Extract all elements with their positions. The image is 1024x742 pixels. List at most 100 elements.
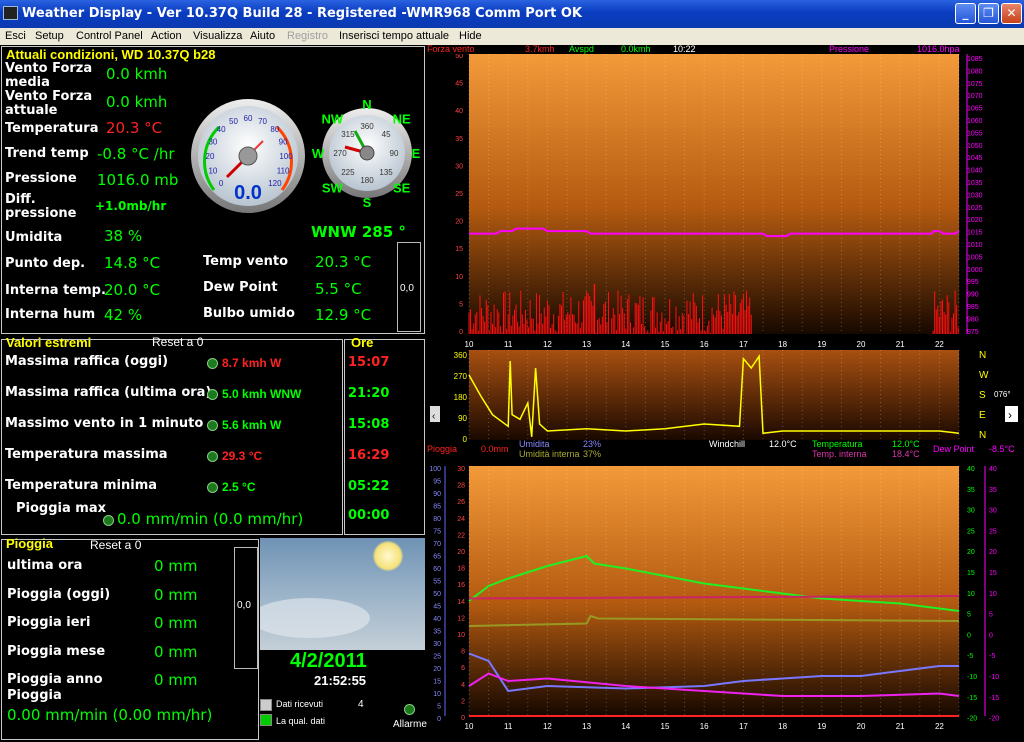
x-tick-label: 18 — [778, 340, 787, 349]
y-right2-tick-label: 5 — [989, 612, 993, 619]
y-humidity-tick-label: 65 — [433, 554, 441, 561]
dew-value: 14.8 °C — [104, 254, 161, 272]
speed-tick-label: 60 — [244, 114, 253, 123]
data-count: 4 — [358, 699, 364, 710]
y-right1-tick-label: 15 — [967, 570, 975, 577]
rain-value: 0 mm — [154, 614, 198, 632]
menu-hide[interactable]: Hide — [459, 30, 482, 42]
g3-rain-value: 0.0mm — [481, 444, 509, 454]
y-right-tick-label: 1050 — [967, 143, 983, 150]
compass-point-label: N — [362, 97, 371, 112]
bar-gauge-value: 0,0 — [400, 283, 414, 294]
y-right-tick-label: 1065 — [967, 106, 983, 113]
compass-point-label: W — [312, 146, 325, 161]
y-humidity-tick-label: 5 — [437, 704, 441, 711]
cloud-shape — [260, 598, 370, 638]
y-right1-tick-label: 30 — [967, 508, 975, 515]
y-right2-tick-label: 40 — [989, 466, 997, 473]
x-tick-label: 15 — [661, 340, 670, 349]
y-humidity-tick-label: 35 — [433, 629, 441, 636]
y-right-tick-label: 1005 — [967, 254, 983, 261]
rain-bar-value: 0,0 — [237, 600, 251, 611]
y-right1-tick-label: 25 — [967, 528, 975, 535]
g3-hum-value: 23% — [583, 439, 602, 449]
x-tick-label: 22 — [935, 340, 944, 349]
y-humidity-tick-label: 85 — [433, 504, 441, 511]
compass-point-label: NE — [393, 111, 411, 126]
y-humidity-tick-label: 45 — [433, 604, 441, 611]
y-left2-tick-label: 0 — [461, 715, 465, 722]
y-humidity-tick-label: 15 — [433, 679, 441, 686]
rain-value: 0 mm — [154, 671, 198, 689]
menu-action[interactable]: Action — [151, 30, 182, 42]
wind-avg-value: 0.0 kmh — [106, 65, 168, 83]
compass-axis-label: E — [979, 410, 986, 421]
status-led — [207, 451, 218, 462]
g3-intemp-label: Temp. interna — [812, 449, 867, 459]
x-tick-label: 18 — [778, 722, 787, 731]
y-right1-tick-label: 10 — [967, 591, 975, 598]
y-right-tick-label: 995 — [967, 279, 979, 286]
extreme-time: 15:08 — [348, 417, 390, 432]
y-right-tick-label: 1010 — [967, 242, 983, 249]
pdiff-value: +1.0mb/hr — [95, 199, 167, 213]
g1-pres-value: 1016.0hpa — [917, 44, 960, 54]
speed-tick-label: 80 — [270, 125, 279, 134]
alarm-led — [404, 704, 415, 715]
extreme-label: Temperatura massima — [5, 447, 168, 462]
menu-setup[interactable]: Setup — [35, 30, 64, 42]
y-left2-tick-label: 18 — [457, 566, 465, 573]
menu-esci[interactable]: Esci — [5, 30, 26, 42]
y-left2-tick-label: 12 — [457, 615, 465, 622]
y-humidity-tick-label: 75 — [433, 529, 441, 536]
minimize-button[interactable]: _ — [955, 3, 976, 24]
wind-speed-gauge: 010 20 304050 60 708090 100 110 120 0.0 — [191, 99, 305, 213]
y-left2-tick-label: 16 — [457, 582, 465, 589]
rain-value: 0 mm — [154, 642, 198, 661]
title-bar: Weather Display - Ver 10.37Q Build 28 - … — [0, 0, 1024, 28]
wetbulb-label: Bulbo umido — [203, 306, 295, 321]
y-left-tick-label: 90 — [458, 414, 467, 423]
inhum-label: Interna hum — [5, 307, 96, 322]
window-title: Weather Display - Ver 10.37Q Build 28 - … — [22, 6, 582, 21]
y-right-tick-label: 990 — [967, 292, 979, 299]
y-right1-tick-label: 20 — [967, 549, 975, 556]
g1-avg-value: 0.0kmh — [621, 44, 651, 54]
g3-inhum-value: 37% — [583, 449, 602, 459]
y-right2-tick-label: -10 — [989, 674, 999, 681]
y-right2-tick-label: -15 — [989, 695, 999, 702]
close-button[interactable]: ✕ — [1001, 3, 1022, 24]
speed-tick-label: 120 — [268, 179, 282, 188]
y-right-tick-label: 985 — [967, 304, 979, 311]
extreme-time: 15:07 — [348, 355, 390, 370]
y-right1-tick-label: 0 — [967, 632, 971, 639]
extremes-reset-button[interactable]: Reset a 0 — [152, 335, 203, 349]
y-right1-tick-label: -10 — [967, 674, 977, 681]
menu-visualizza[interactable]: Visualizza — [193, 30, 242, 42]
wind-direction-graph: ‹ › 360270180900NWSEN076° — [430, 350, 1018, 444]
g3-dew-value: -8.5°C — [989, 444, 1015, 454]
g1-pres-label: Pressione — [829, 44, 870, 54]
current-time: 21:52:55 — [314, 673, 367, 688]
menu-inserisci-tempo[interactable]: Inserisci tempo attuale — [339, 30, 449, 42]
extreme-value: 5.6 kmh W — [222, 418, 282, 432]
maximize-button[interactable]: ❐ — [978, 3, 999, 24]
rain-reset-button[interactable]: Reset a 0 — [90, 538, 141, 552]
menu-control-panel[interactable]: Control Panel — [76, 30, 143, 42]
rain-rate-value: 0.00 mm/min (0.00 mm/hr) — [7, 706, 213, 724]
data-quality-label: La qual. dati — [276, 716, 326, 726]
menu-bar: Esci Setup Control Panel Action Visualiz… — [0, 28, 1024, 45]
sky-image — [260, 538, 425, 650]
y-right-tick-label: 1015 — [967, 230, 983, 237]
menu-aiuto[interactable]: Aiuto — [250, 30, 275, 42]
graph3-header: Pioggia 0.0mm Umidita 23% Umidità intern… — [427, 439, 1024, 464]
inhum-value: 42 % — [104, 306, 143, 324]
x-tick-label: 16 — [700, 340, 709, 349]
pressure-label: Pressione — [5, 171, 77, 186]
compass-point-label: SW — [322, 181, 344, 196]
y-left2-tick-label: 28 — [457, 483, 465, 490]
chevron-right-icon: › — [1008, 408, 1012, 422]
pdiff-label: Diff. pressione — [5, 192, 77, 221]
extreme-label: Massimo vento in 1 minuto — [5, 416, 204, 431]
extremes-rain-time: 00:00 — [348, 508, 390, 523]
